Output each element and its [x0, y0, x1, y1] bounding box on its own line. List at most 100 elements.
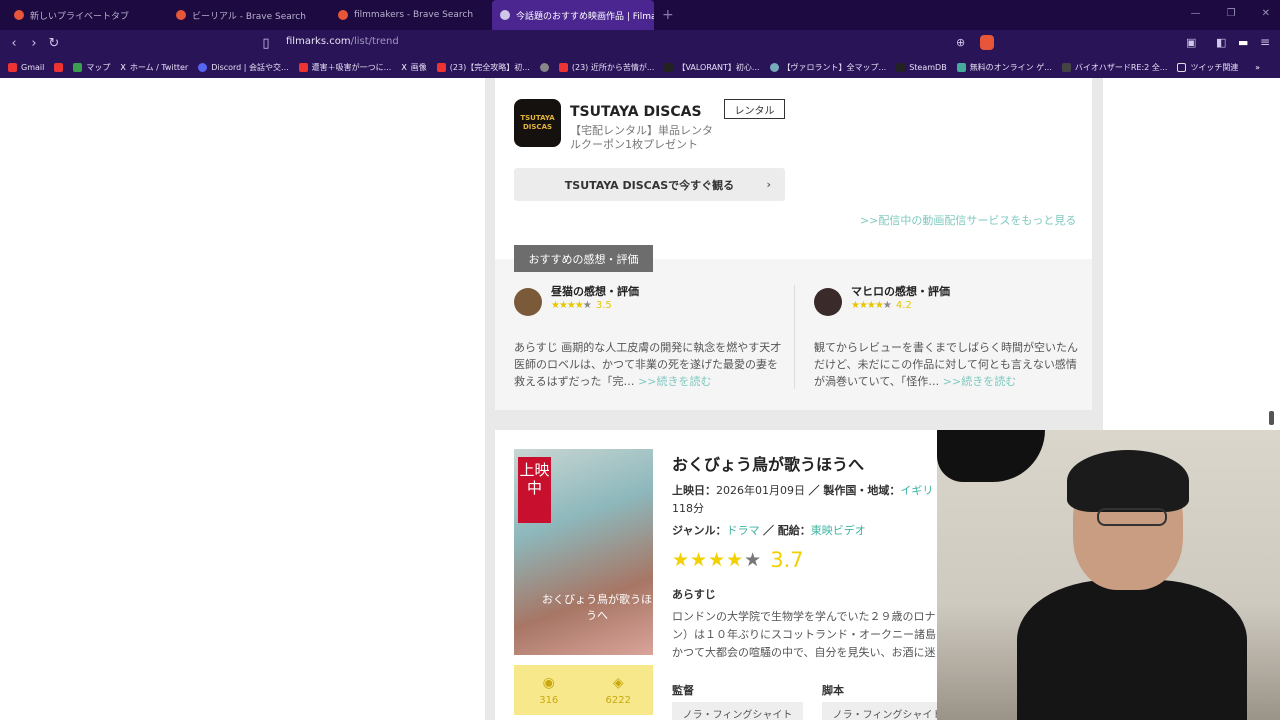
- lamp-shape: [937, 430, 1045, 482]
- brave-icon: [338, 10, 348, 20]
- youtube-icon: [558, 62, 568, 72]
- writer-chip[interactable]: ノラ・フィングシャイト: [822, 702, 953, 720]
- bookmark-twitter[interactable]: X ホーム / Twitter: [120, 62, 188, 73]
- clip-button[interactable]: ◈ 6222: [584, 665, 654, 715]
- avatar[interactable]: [514, 288, 542, 316]
- read-more-link[interactable]: >>続きを読む: [943, 375, 1016, 388]
- movie-stats: ◉ 316 ◈ 6222: [514, 665, 653, 715]
- bookmark-folder-twitch[interactable]: ツイッチ関連: [1177, 62, 1238, 73]
- scrollbar[interactable]: [1269, 411, 1274, 425]
- rating-score: 3.7: [770, 548, 804, 572]
- bookmark-4[interactable]: 遭害＋吸害が一つに...: [298, 62, 391, 73]
- menu-icon[interactable]: ≡: [1260, 35, 1270, 49]
- movie-genre: ジャンル：ドラマ ／ 配給：東映ビデオ: [672, 524, 866, 537]
- bookmark-7[interactable]: [539, 62, 549, 72]
- person-hair: [1067, 450, 1189, 512]
- bookmark-steamdb[interactable]: SteamDB: [896, 62, 947, 72]
- new-tab-button[interactable]: +: [662, 7, 674, 23]
- review-text: あらすじ 画期的な人工皮膚の開発に執念を燃やす天才医師のロベルは、かつて非業の死…: [514, 341, 782, 388]
- vpn-icon[interactable]: ▬: [1238, 36, 1248, 49]
- bookmark-12[interactable]: 無料のオンライン ゲ...: [956, 62, 1052, 73]
- rental-badge: レンタル: [724, 99, 785, 119]
- forward-icon[interactable]: ›: [24, 36, 44, 51]
- globe-icon: [500, 10, 510, 20]
- synopsis-text: ロンドンの大学院で生物学を学んでいた２９歳のロナ ン）は１０年ぶりにスコットラン…: [672, 610, 936, 659]
- gmail-icon: [8, 62, 17, 72]
- movie-title[interactable]: おくびょう鳥が歌うほうへ: [672, 451, 864, 475]
- now-showing-ribbon: 上映中: [518, 457, 551, 523]
- service-desc: 【宅配レンタル】単品レンタルクーポン1枚プレゼント: [570, 124, 713, 151]
- maps-icon: [73, 62, 83, 72]
- globe-icon: [539, 62, 549, 72]
- director-chip[interactable]: ノラ・フィングシャイト: [672, 702, 803, 720]
- youtube-icon: [54, 62, 64, 72]
- url-field[interactable]: filmarks.com/list/trend: [286, 36, 399, 47]
- tsutaya-logo: TSUTAYA DISCAS: [514, 99, 561, 147]
- bookmark-maps[interactable]: マップ: [73, 62, 110, 73]
- eye-icon: ◉: [542, 674, 555, 691]
- close-window-button[interactable]: ✕: [1262, 8, 1270, 19]
- review-stars: ★★★★★ 4.2: [851, 300, 912, 311]
- reload-icon[interactable]: ↻: [44, 36, 64, 51]
- movie-poster[interactable]: 上映中 おくびょう鳥が歌うほうへ: [514, 449, 653, 655]
- back-icon[interactable]: ‹: [4, 36, 24, 51]
- watched-button[interactable]: ◉ 316: [514, 665, 584, 715]
- youtube-icon: [436, 62, 446, 72]
- window-controls: — ❐ ✕: [1191, 8, 1270, 19]
- bookmark-discord[interactable]: Discord | 会話や交...: [198, 62, 289, 73]
- watch-now-button[interactable]: TSUTAYA DISCASで今すぐ観る ›: [514, 168, 785, 201]
- review-stars: ★★★★★ 3.5: [551, 300, 612, 311]
- maximize-button[interactable]: ❐: [1227, 8, 1236, 19]
- glasses-shape: [1097, 508, 1167, 526]
- bookmark-gmail[interactable]: Gmail: [8, 62, 44, 72]
- service-card: TSUTAYA DISCAS TSUTAYA DISCAS 【宅配レンタル】単品…: [495, 78, 1092, 410]
- tab-search-1[interactable]: ビーリアル - Brave Search: [168, 0, 330, 30]
- brave-icon: [14, 10, 24, 20]
- bookmark-10[interactable]: 【ヴァロラント】全マップ...: [769, 62, 886, 73]
- reviews-section: 昼猫の感想・評価 ★★★★★ 3.5 あらすじ 画期的な人工皮膚の開発に執念を燃や…: [495, 259, 1092, 410]
- bookmark-13[interactable]: バイオハザードRE:2 全...: [1061, 62, 1167, 73]
- writer-heading: 脚本: [822, 684, 844, 697]
- chevron-right-icon: ›: [766, 178, 771, 191]
- bookmark-youtube[interactable]: [54, 62, 64, 72]
- review-text: 観てからレビューを書くまでしばらく時間が空いたんだけど、未だにこの作品に対して何…: [814, 341, 1078, 388]
- service-name: TSUTAYA DISCAS: [570, 104, 702, 120]
- address-bar: ‹ › ↻ ▯ filmarks.com/list/trend ⊕ ▣ ◧ ▬ …: [0, 30, 1280, 56]
- site-icon: [769, 62, 779, 72]
- steam-icon: [896, 62, 906, 72]
- bookmarks-bar: Gmail マップ X ホーム / Twitter Discord | 会話や交.…: [0, 56, 1280, 78]
- synopsis-heading: あらすじ: [672, 588, 716, 601]
- site-icon: [956, 62, 966, 72]
- read-more-link[interactable]: >>続きを読む: [638, 375, 711, 388]
- site-icon: [1061, 62, 1071, 72]
- poster-title: おくびょう鳥が歌うほうへ: [542, 593, 652, 622]
- person-body: [1017, 580, 1247, 720]
- reviews-tag: おすすめの感想・評価: [514, 245, 653, 272]
- reviewer-name[interactable]: マヒロの感想・評価: [851, 283, 950, 299]
- brave-shields-icon[interactable]: [980, 35, 994, 50]
- zoom-icon[interactable]: ⊕: [956, 36, 965, 49]
- wallet-icon[interactable]: ▣: [1186, 36, 1196, 49]
- director-heading: 監督: [672, 684, 694, 697]
- clip-icon: ◈: [612, 674, 624, 691]
- tab-bar: 新しいプライベートタブ ビーリアル - Brave Search filmmak…: [0, 0, 1280, 30]
- brave-icon: [176, 10, 186, 20]
- bookmark-8[interactable]: (23) 近所から苦情が...: [558, 62, 654, 73]
- bookmark-images[interactable]: X 画像: [401, 62, 426, 73]
- sidebar-icon[interactable]: ◧: [1216, 36, 1226, 49]
- rating-stars: ★★★★★: [672, 549, 763, 571]
- tab-filmarks[interactable]: 今話題のおすすめ映画作品 | Filma✕: [492, 0, 654, 30]
- site-icon: [664, 62, 674, 72]
- tab-private[interactable]: 新しいプライベートタブ: [6, 0, 168, 30]
- reviewer-name[interactable]: 昼猫の感想・評価: [551, 283, 639, 299]
- tab-search-2[interactable]: filmmakers - Brave Search: [330, 0, 492, 30]
- avatar[interactable]: [814, 288, 842, 316]
- more-services-link[interactable]: >>配信中の動画配信サービスをもっと見る: [860, 212, 1076, 228]
- bookmark-icon[interactable]: ▯: [256, 36, 276, 51]
- bookmark-6[interactable]: (23)【完全攻略】初...: [436, 62, 530, 73]
- more-bookmarks-icon[interactable]: »: [1255, 63, 1260, 72]
- minimize-button[interactable]: —: [1191, 8, 1201, 19]
- bookmark-9[interactable]: 【VALORANT】初心...: [664, 62, 760, 73]
- discord-icon: [198, 62, 208, 72]
- folder-icon: [1177, 62, 1187, 72]
